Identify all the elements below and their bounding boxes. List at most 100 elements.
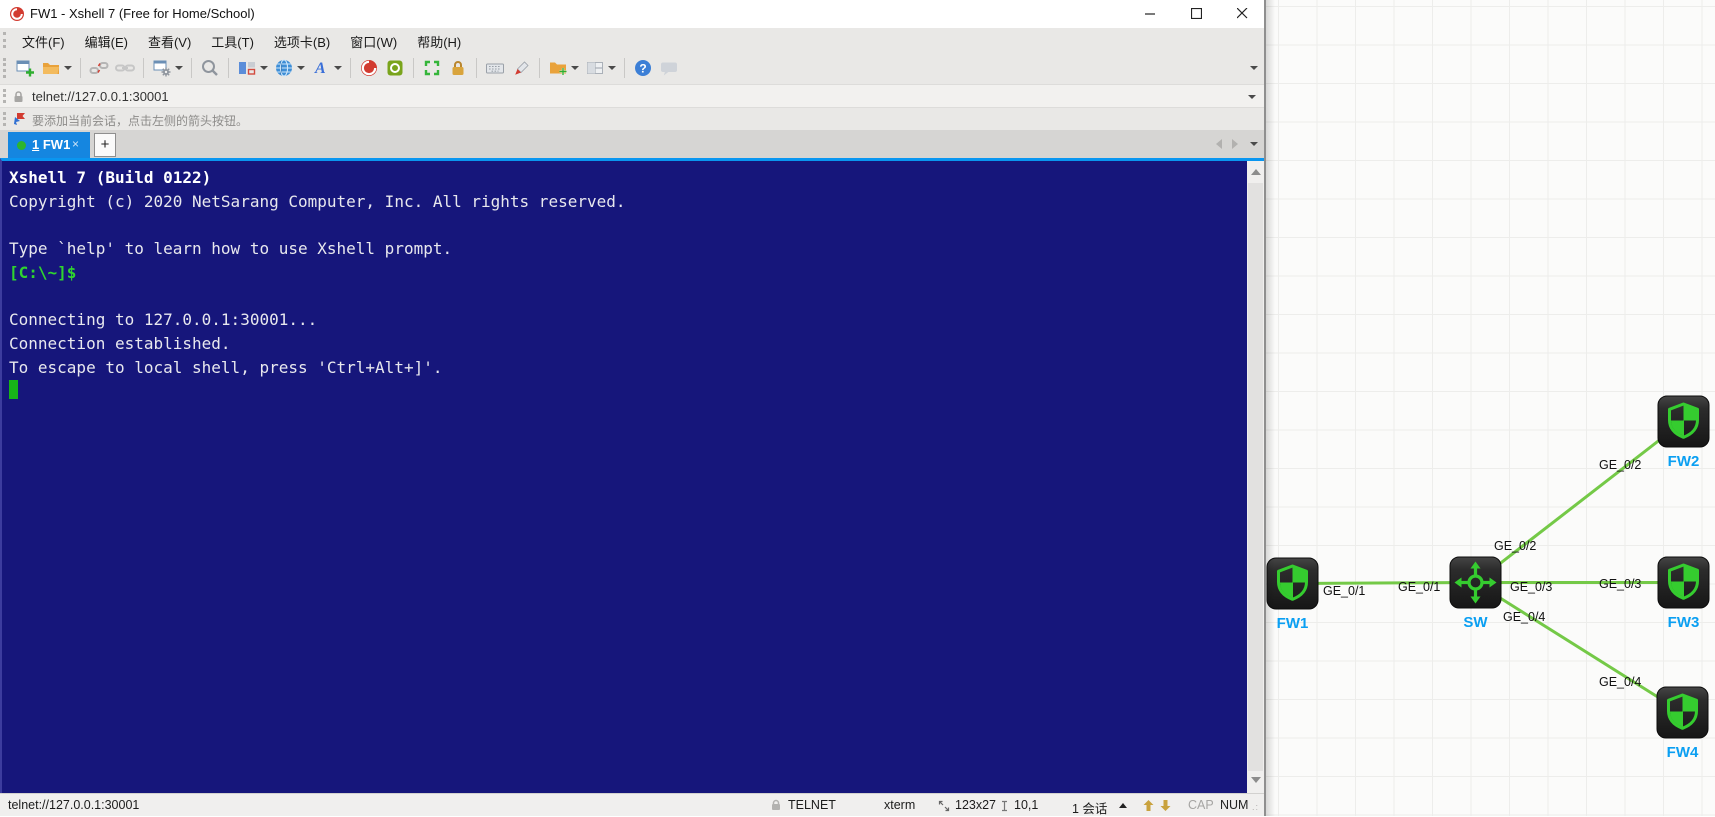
port-label: GE_0/2 (1494, 539, 1536, 553)
lock-screen-icon[interactable] (446, 56, 470, 80)
new-file-transfer-caret-icon[interactable] (571, 66, 579, 70)
status-protocol[interactable]: TELNET (788, 798, 836, 812)
resize-grip[interactable]: .: (1252, 802, 1259, 812)
new-file-transfer-icon[interactable] (546, 56, 570, 80)
fullscreen-icon[interactable] (420, 56, 444, 80)
font-caret-icon[interactable] (334, 66, 342, 70)
encoding-caret-icon[interactable] (297, 66, 305, 70)
feedback-icon[interactable] (657, 56, 681, 80)
connected-status-dot (17, 141, 26, 150)
notice-text: 要添加当前会话，点击左侧的箭头按钮。 (32, 114, 249, 128)
add-session-flag-icon[interactable] (12, 112, 26, 131)
toolbar-grip (3, 58, 9, 78)
device-fw3[interactable] (1657, 556, 1710, 609)
status-cursor-icon (1000, 800, 1010, 815)
device-label-sw: SW (1463, 614, 1488, 631)
scroll-down-icon[interactable] (1251, 777, 1261, 783)
toolbar-grip (3, 32, 9, 48)
port-label: GE_0/3 (1510, 580, 1552, 594)
open-sessions-caret-icon[interactable] (64, 66, 72, 70)
scroll-up-icon[interactable] (1251, 169, 1261, 175)
maximize-icon[interactable] (1174, 0, 1218, 28)
session-properties-icon[interactable] (150, 56, 174, 80)
topology-diagram: FW1 SW FW2 FW3 FW4 GE_0/1 GE_0/1 GE_0/2 GE_0/2 G… (1266, 395, 1710, 761)
menu-item-help[interactable]: 帮助(H) (407, 28, 471, 55)
menu-item-file[interactable]: 文件(F) (12, 28, 75, 55)
link-sw-fw4[interactable] (1474, 581, 1684, 714)
tab-close-icon[interactable]: × (72, 137, 79, 151)
port-label: GE_0/1 (1323, 584, 1365, 598)
device-fw4[interactable] (1656, 686, 1709, 739)
open-sessions-icon[interactable] (39, 56, 63, 80)
scroll-to-top-icon[interactable] (1142, 799, 1155, 815)
terminal-line: Xshell 7 (Build 0122) (9, 168, 212, 187)
reconnect-icon[interactable] (113, 56, 137, 80)
toolbar-overflow-caret-icon[interactable] (1250, 66, 1258, 70)
terminal-line: [C:\~]$ (9, 262, 77, 282)
terminal-line: To escape to local shell, press 'Ctrl+Al… (9, 357, 443, 377)
tab-bar: 1 FW1 × + (0, 130, 1264, 158)
port-label: GE_0/2 (1599, 458, 1641, 472)
address-bar[interactable]: telnet://127.0.0.1:30001 (0, 84, 1264, 108)
address-caret-icon[interactable] (1248, 95, 1256, 99)
address-lock-icon (12, 90, 25, 108)
terminal-line: Connecting to 127.0.0.1:30001... (9, 310, 318, 330)
menu-item-edit[interactable]: 编辑(E) (75, 28, 138, 55)
close-icon[interactable] (1220, 0, 1264, 28)
virtual-keyboard-icon[interactable] (483, 56, 507, 80)
sessions-expand-icon[interactable] (1119, 803, 1127, 808)
device-fw2[interactable] (1657, 395, 1710, 448)
status-url: telnet://127.0.0.1:30001 (8, 798, 140, 812)
scrollbar-thumb[interactable] (1248, 183, 1263, 771)
port-label: GE_0/3 (1599, 577, 1641, 591)
minimize-icon[interactable] (1128, 0, 1172, 28)
status-cursor-pos: 10,1 (1014, 798, 1039, 812)
status-sessions[interactable]: 1 会话 (1072, 798, 1107, 817)
network-topology-canvas[interactable]: FW1 SW FW2 FW3 FW4 GE_0/1 GE_0/1 GE_0/2 GE_0/2 G… (1266, 0, 1715, 816)
tab-scroll-left-icon[interactable] (1216, 139, 1222, 149)
encoding-globe-icon[interactable] (272, 56, 296, 80)
device-label-fw1: FW1 (1277, 615, 1309, 632)
highlight-pen-icon[interactable] (509, 56, 533, 80)
notice-grip (3, 112, 9, 126)
menu-item-window[interactable]: 窗口(W) (340, 28, 407, 55)
layout-caret-icon[interactable] (260, 66, 268, 70)
new-session-icon[interactable] (13, 56, 37, 80)
new-tab-button[interactable]: + (94, 133, 116, 157)
xshell-window: FW1 - Xshell 7 (Free for Home/School) 文件… (0, 0, 1266, 816)
device-sw[interactable] (1449, 556, 1502, 609)
link-sw-fw2[interactable] (1474, 420, 1685, 584)
scroll-to-bottom-icon[interactable] (1159, 799, 1172, 815)
status-term-type[interactable]: xterm (884, 798, 915, 812)
device-label-fw4: FW4 (1667, 744, 1699, 761)
xftp-launch-icon[interactable] (383, 56, 407, 80)
find-icon[interactable] (198, 56, 222, 80)
toolbar: A ? (0, 52, 1264, 84)
tab-scroll-right-icon[interactable] (1232, 139, 1238, 149)
terminal-line: Connection established. (9, 333, 231, 353)
layout-icon[interactable] (235, 56, 259, 80)
terminal-cursor (9, 380, 18, 400)
help-icon[interactable]: ? (631, 56, 655, 80)
menu-item-tabs[interactable]: 选项卡(B) (264, 28, 340, 55)
device-label-fw2: FW2 (1668, 453, 1700, 470)
status-lock-icon (770, 799, 782, 814)
tab-list-caret-icon[interactable] (1250, 142, 1258, 146)
menu-item-tools[interactable]: 工具(T) (201, 28, 264, 55)
disconnect-icon[interactable] (87, 56, 111, 80)
status-terminal-size[interactable]: 123x27 (955, 798, 996, 812)
tab-fw1[interactable]: 1 FW1 × (8, 132, 90, 158)
terminal-scrollbar[interactable] (1247, 158, 1264, 793)
address-url[interactable]: telnet://127.0.0.1:30001 (32, 89, 169, 104)
font-icon[interactable]: A (309, 56, 333, 80)
terminal[interactable]: Xshell 7 (Build 0122) Copyright (c) 2020 … (0, 158, 1247, 793)
address-grip (3, 89, 9, 103)
menu-item-view[interactable]: 查看(V) (138, 28, 201, 55)
link-fw1-sw[interactable] (1292, 581, 1476, 585)
tile-windows-caret-icon[interactable] (608, 66, 616, 70)
session-properties-caret-icon[interactable] (175, 66, 183, 70)
xshell-launch-icon[interactable] (357, 56, 381, 80)
tile-windows-icon[interactable] (583, 56, 607, 80)
